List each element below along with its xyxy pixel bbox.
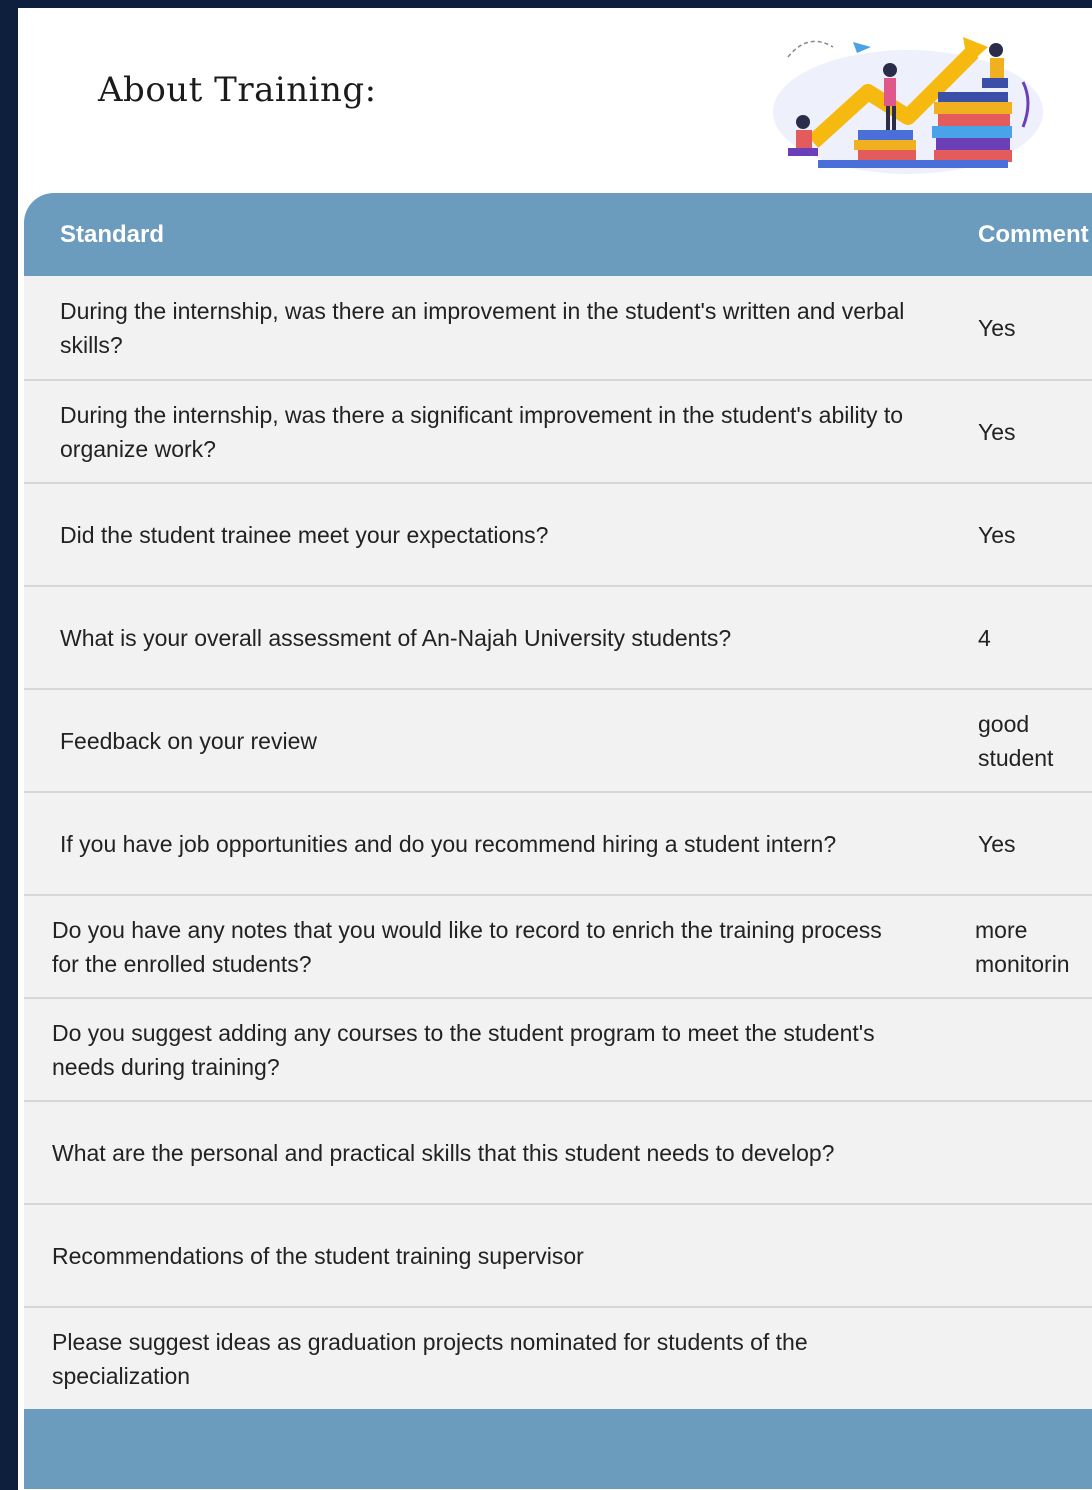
header-comment: Comment — [978, 221, 1089, 248]
row-comment: Yes — [978, 314, 1016, 341]
table-row: What is your overall assessment of An-Na… — [24, 585, 1092, 688]
table-row: Please suggest ideas as graduation proje… — [24, 1306, 1092, 1409]
table-row: During the internship, was there an impr… — [24, 276, 1092, 379]
row-question: Please suggest ideas as graduation proje… — [52, 1328, 808, 1389]
table-row: If you have job opportunities and do you… — [24, 791, 1092, 894]
row-comment: good student — [978, 710, 1054, 771]
row-question: Do you have any notes that you would lik… — [52, 916, 882, 977]
table-body: During the internship, was there an impr… — [24, 276, 1092, 1409]
table-row: Do you suggest adding any courses to the… — [24, 997, 1092, 1100]
training-table: Standard Comment During the internship, … — [24, 193, 1092, 1489]
table-row: Feedback on your review good student — [24, 688, 1092, 791]
table-row: During the internship, was there a signi… — [24, 379, 1092, 482]
row-question: What are the personal and practical skil… — [52, 1139, 835, 1166]
row-comment: Yes — [978, 521, 1016, 548]
table-row: Do you have any notes that you would lik… — [24, 894, 1092, 997]
row-comment: 4 — [978, 624, 991, 651]
row-question: During the internship, was there a signi… — [60, 401, 904, 462]
row-comment: Yes — [978, 830, 1016, 857]
growth-chart-illustration-icon — [773, 37, 1043, 174]
row-question: Feedback on your review — [60, 727, 317, 754]
page-title: About Training: — [98, 70, 377, 110]
row-question: If you have job opportunities and do you… — [60, 830, 837, 857]
table-row: What are the personal and practical skil… — [24, 1100, 1092, 1203]
header-standard: Standard — [60, 221, 165, 248]
table-row: Did the student trainee meet your expect… — [24, 482, 1092, 585]
row-comment: more monitorin — [975, 916, 1070, 977]
content-panel: About Training: Standard Comment During … — [18, 8, 1092, 1490]
row-question: During the internship, was there an impr… — [60, 297, 905, 358]
table-footer — [24, 1409, 1092, 1489]
row-question: Did the student trainee meet your expect… — [60, 521, 549, 548]
row-question: Do you suggest adding any courses to the… — [52, 1019, 875, 1080]
row-comment: Yes — [978, 418, 1016, 445]
row-question: Recommendations of the student training … — [52, 1242, 584, 1269]
table-row: Recommendations of the student training … — [24, 1203, 1092, 1306]
table-header: Standard Comment — [24, 193, 1092, 276]
row-question: What is your overall assessment of An-Na… — [60, 624, 732, 651]
